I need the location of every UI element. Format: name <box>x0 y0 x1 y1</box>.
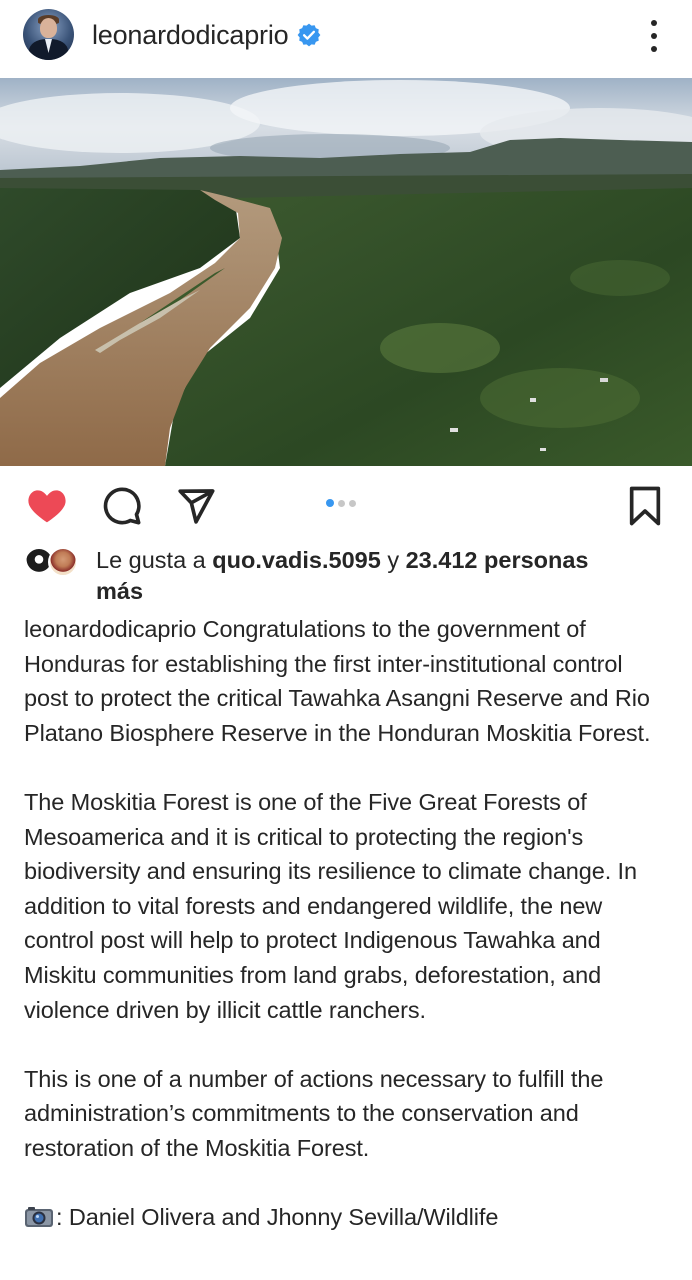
post-header: leonardodicaprio <box>0 0 692 76</box>
caption-paragraph: This is one of a number of actions neces… <box>24 1065 604 1161</box>
likes-prefix: Le gusta a <box>96 547 213 573</box>
photo-credit: : Daniel Olivera and Jhonny Sevilla/Wild… <box>24 1200 672 1235</box>
more-options-button[interactable] <box>641 20 667 52</box>
profile-avatar[interactable] <box>23 9 74 60</box>
carousel-dot <box>338 499 345 507</box>
post-username[interactable]: leonardodicaprio <box>92 20 289 51</box>
bookmark-icon[interactable] <box>628 486 662 526</box>
likes-middle: y <box>380 547 406 573</box>
liker-avatars <box>24 547 84 581</box>
more-dot-icon <box>651 46 657 52</box>
likes-user[interactable]: quo.vadis.5095 <box>212 547 381 573</box>
carousel-indicator <box>326 499 356 507</box>
credit-text: : Daniel Olivera and Jhonny Sevilla/Wild… <box>56 1204 499 1231</box>
more-dot-icon <box>651 20 657 26</box>
send-icon[interactable] <box>176 486 216 526</box>
post-caption: leonardodicaprio Congratulations to the … <box>24 612 672 1235</box>
likes-text: Le gusta a quo.vadis.5095 y 23.412 perso… <box>96 545 656 607</box>
comment-icon[interactable] <box>102 486 142 526</box>
carousel-dot <box>349 499 356 507</box>
caption-paragraph: The Moskitia Forest is one of the Five G… <box>24 788 637 1023</box>
likes-suffix[interactable]: más <box>96 578 143 604</box>
caption-username[interactable]: leonardodicaprio <box>24 616 196 642</box>
likes-count[interactable]: 23.412 personas <box>406 547 589 573</box>
carousel-dot-active <box>326 499 334 507</box>
post-image[interactable] <box>0 78 692 466</box>
liker-avatar <box>48 547 78 577</box>
camera-icon <box>25 1207 53 1228</box>
more-dot-icon <box>651 33 657 39</box>
heart-icon[interactable] <box>26 486 68 524</box>
caption-paragraph: leonardodicaprio Congratulations to the … <box>24 612 672 750</box>
verified-badge-icon <box>297 23 321 47</box>
